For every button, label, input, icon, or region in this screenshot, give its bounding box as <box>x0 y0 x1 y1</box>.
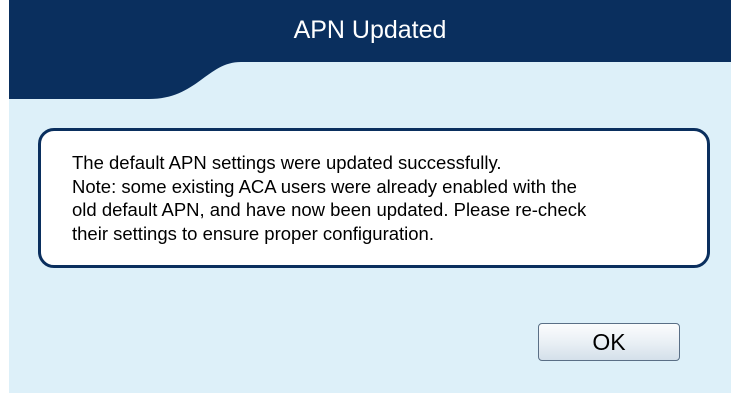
message-box: The default APN settings were updated su… <box>38 128 710 268</box>
ok-button[interactable]: OK <box>538 323 680 361</box>
apn-updated-dialog: APN Updated The default APN settings wer… <box>9 0 731 393</box>
message-line-3: old default APN, and have now been updat… <box>72 199 587 220</box>
message-line-1: The default APN settings were updated su… <box>72 152 502 173</box>
dialog-body: APN Updated The default APN settings wer… <box>9 0 731 393</box>
dialog-title: APN Updated <box>293 16 447 44</box>
message-line-4: their settings to ensure proper configur… <box>72 222 434 244</box>
message-line-2: Note: some existing ACA users were alrea… <box>72 175 577 197</box>
